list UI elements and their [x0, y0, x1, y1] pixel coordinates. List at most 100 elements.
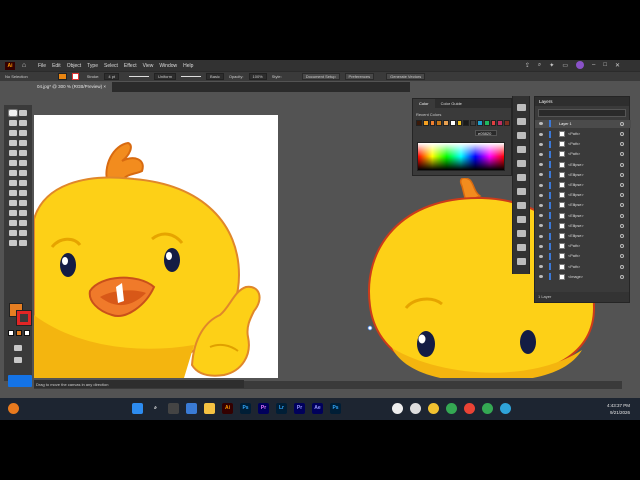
recent-color-swatch[interactable] — [416, 120, 422, 126]
file-explorer-icon[interactable] — [204, 403, 215, 414]
target-circle-icon[interactable] — [620, 244, 624, 249]
layer-row-sublayer[interactable]: <Path> — [535, 242, 631, 250]
stroke-label[interactable]: Stroke: — [87, 74, 100, 79]
menu-window[interactable]: Window — [159, 63, 177, 69]
hex-field[interactable]: e05820 — [475, 130, 497, 136]
taskbar-app-icon[interactable]: Lr — [276, 403, 287, 414]
visibility-eye-icon[interactable] — [539, 224, 543, 228]
taskbar-app-icon[interactable]: Ai — [222, 403, 233, 414]
close-icon[interactable]: ✕ — [615, 62, 620, 69]
magic-wand-tool-icon[interactable] — [9, 120, 17, 126]
menu-object[interactable]: Object — [67, 63, 81, 69]
layer-row-sublayer[interactable]: <Ellipse> — [535, 222, 631, 230]
recent-color-swatch[interactable] — [490, 120, 497, 126]
pencil-tool-icon[interactable] — [9, 160, 17, 166]
maximize-icon[interactable]: □ — [603, 62, 607, 68]
line-tool-icon[interactable] — [19, 140, 27, 146]
layer-row-sublayer[interactable]: <Ellipse> — [535, 232, 631, 240]
recent-color-swatch[interactable] — [463, 120, 470, 126]
layer-row-sublayer[interactable]: <Ellipse> — [535, 161, 631, 169]
task-view-icon[interactable] — [168, 403, 179, 414]
visibility-eye-icon[interactable] — [539, 132, 543, 136]
avatar[interactable] — [576, 61, 584, 69]
symbols-panel-icon[interactable] — [517, 230, 526, 237]
tab-color-guide[interactable]: Color Guide — [435, 99, 468, 108]
taskbar-app-icon[interactable]: Pr — [258, 403, 269, 414]
target-circle-icon[interactable] — [620, 264, 624, 269]
gradient-tool-icon[interactable] — [19, 200, 27, 206]
menu-view[interactable]: View — [143, 63, 154, 69]
artboard-tool-icon[interactable] — [9, 230, 17, 236]
swatches-panel-icon[interactable] — [517, 146, 526, 153]
color-spectrum[interactable] — [417, 142, 505, 171]
recent-color-swatch[interactable] — [477, 120, 483, 126]
visibility-eye-icon[interactable] — [539, 203, 543, 207]
layer-row-sublayer[interactable]: <Path> — [535, 150, 631, 159]
transparency-panel-icon[interactable] — [517, 188, 526, 195]
edge-icon[interactable] — [500, 403, 511, 414]
chrome-icon-3[interactable] — [464, 403, 475, 414]
layer-row-layer[interactable]: Layer 1 — [535, 120, 631, 128]
close-tab-icon[interactable]: × — [103, 84, 106, 89]
menu-help[interactable]: Help — [183, 63, 193, 69]
visibility-eye-icon[interactable] — [539, 214, 543, 218]
color-mode-icon[interactable] — [16, 330, 22, 336]
asset-export-panel-icon[interactable] — [517, 244, 526, 251]
selection-tool-icon[interactable] — [8, 109, 18, 117]
stroke-profile-select[interactable]: Uniform — [154, 73, 177, 80]
visibility-eye-icon[interactable] — [539, 183, 543, 187]
fill-swatch[interactable] — [57, 73, 67, 80]
target-circle-icon[interactable] — [620, 183, 624, 188]
scale-tool-icon[interactable] — [19, 170, 27, 176]
widgets-icon[interactable] — [186, 403, 197, 414]
taskbar-app-icon[interactable]: Ps — [330, 403, 341, 414]
visibility-eye-icon[interactable] — [539, 163, 543, 167]
chrome-icon[interactable] — [428, 403, 439, 414]
rectangle-tool-icon[interactable] — [9, 150, 17, 156]
perspective-grid-tool-icon[interactable] — [19, 190, 27, 196]
layer-row-sublayer[interactable]: <Image> — [535, 273, 631, 281]
minimize-icon[interactable]: – — [592, 62, 595, 68]
eraser-tool-icon[interactable] — [19, 160, 27, 166]
target-circle-icon[interactable] — [620, 234, 624, 239]
layer-row-sublayer[interactable]: <Path> — [535, 263, 631, 271]
taskbar-app-icon[interactable]: Ae — [312, 403, 323, 414]
opacity-field[interactable]: 100% — [248, 73, 267, 80]
menu-select[interactable]: Select — [104, 63, 118, 69]
target-circle-icon[interactable] — [620, 254, 624, 259]
layer-row-sublayer[interactable]: <Ellipse> — [535, 171, 631, 179]
visibility-eye-icon[interactable] — [539, 173, 543, 177]
menu-file[interactable]: File — [38, 63, 46, 69]
recent-color-swatch[interactable] — [456, 120, 463, 126]
properties-panel-icon[interactable] — [517, 104, 526, 111]
layer-row-sublayer[interactable]: <Ellipse> — [535, 191, 631, 199]
visibility-eye-icon[interactable] — [539, 142, 543, 146]
stroke-weight-field[interactable]: 4 pt — [104, 73, 120, 80]
visibility-eye-icon[interactable] — [539, 152, 543, 156]
discover-icon[interactable]: ✦ — [549, 62, 554, 69]
column-graph-tool-icon[interactable] — [19, 220, 27, 226]
brush-select[interactable]: Basic — [206, 73, 224, 80]
windows-start-icon[interactable] — [132, 403, 143, 414]
target-circle-icon[interactable] — [620, 132, 624, 137]
document-setup-button[interactable]: Document Setup — [301, 73, 340, 80]
target-circle-icon[interactable] — [620, 193, 624, 198]
share-icon[interactable]: ⇪ — [525, 62, 530, 69]
menu-type[interactable]: Type — [87, 63, 98, 69]
recent-color-swatch[interactable] — [497, 120, 504, 126]
recent-color-swatch[interactable] — [429, 120, 436, 126]
taskbar-app-icon[interactable]: Pr — [294, 403, 305, 414]
pen-tool-icon[interactable] — [9, 130, 17, 136]
recent-color-swatch[interactable] — [422, 120, 429, 126]
lasso-tool-icon[interactable] — [19, 120, 27, 126]
recent-color-swatch[interactable] — [470, 120, 477, 126]
layer-row-sublayer[interactable]: <Ellipse> — [535, 201, 631, 210]
target-circle-icon[interactable] — [620, 223, 624, 228]
visibility-eye-icon[interactable] — [539, 275, 543, 279]
default-colors-icon[interactable] — [8, 330, 14, 336]
chrome-icon-2[interactable] — [446, 403, 457, 414]
taskbar-clock[interactable]: 4:43:37 PM 9/21/2026 — [607, 402, 630, 416]
recent-color-swatch[interactable] — [449, 120, 456, 126]
libraries-panel-icon[interactable] — [517, 118, 526, 125]
zoom-tool-icon[interactable] — [19, 240, 27, 246]
